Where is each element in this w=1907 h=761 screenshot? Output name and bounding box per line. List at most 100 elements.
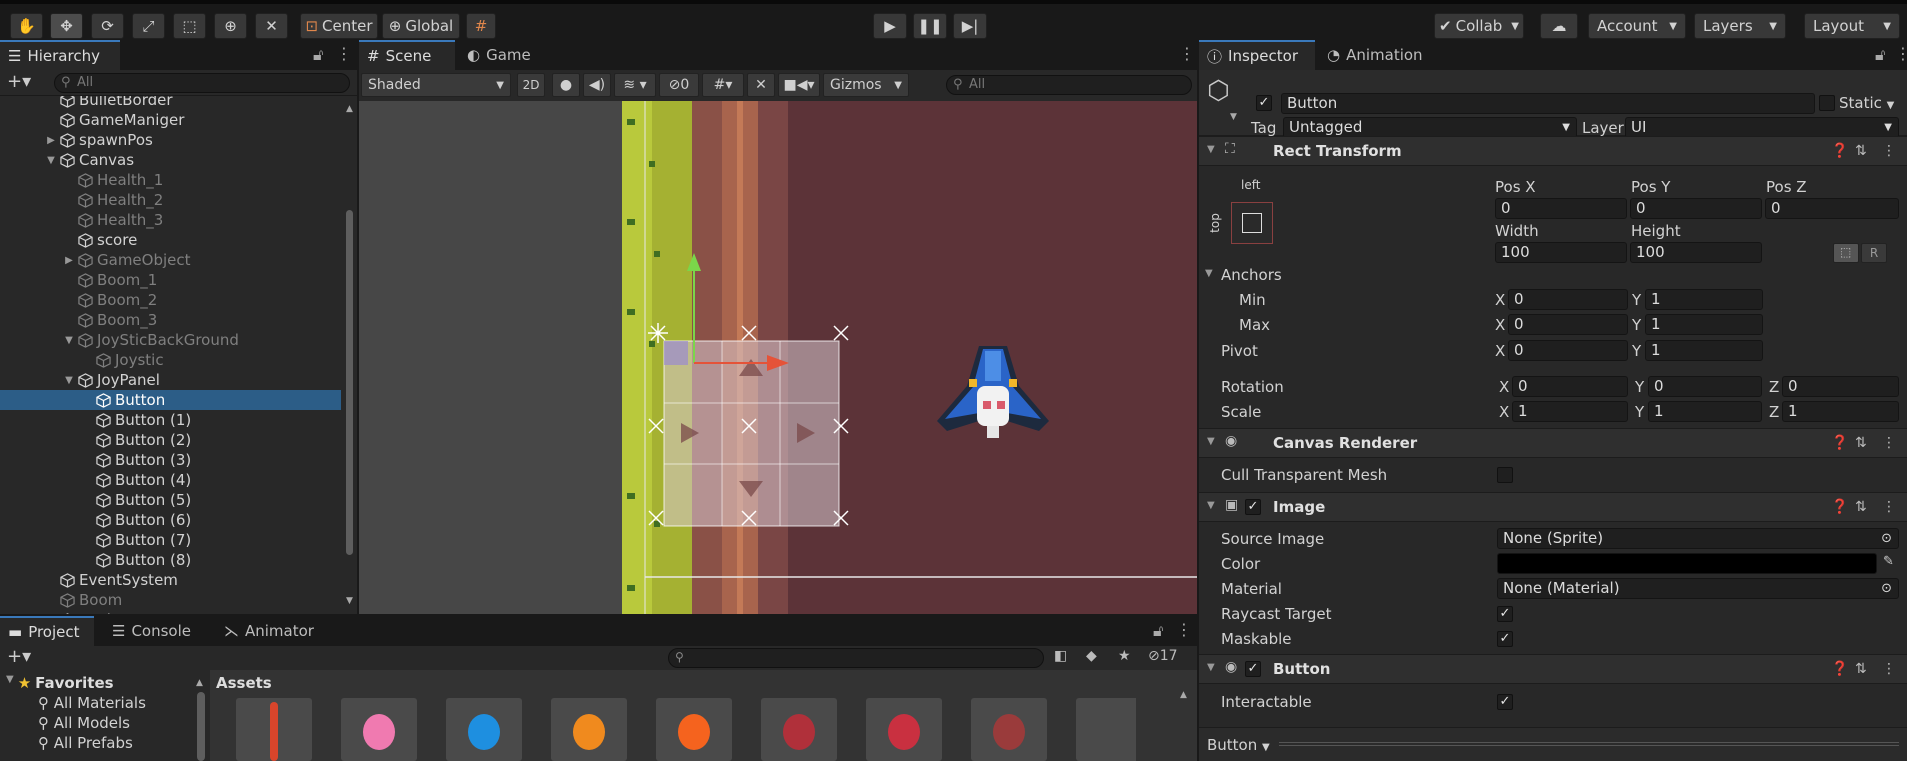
hierarchy-item[interactable]: Button (7)	[0, 530, 341, 550]
move-tool-button[interactable]: ✥	[50, 13, 83, 39]
hierarchy-item[interactable]: Button (5)	[0, 490, 341, 510]
rotate-tool-button[interactable]: ⟳	[91, 13, 124, 39]
shading-mode-dropdown[interactable]: Shaded ▼	[361, 73, 511, 97]
presets-icon[interactable]: ⇅	[1855, 143, 1867, 159]
chevron-down-icon[interactable]: ▼	[1205, 268, 1213, 279]
add-icon[interactable]: +▾	[7, 71, 31, 92]
2d-toggle[interactable]: 2D	[517, 73, 545, 97]
tab-project[interactable]: ▬ Project	[0, 616, 94, 646]
hierarchy-scrollbar[interactable]: ▲ ▼	[344, 100, 354, 610]
presets-icon[interactable]: ⇅	[1855, 499, 1867, 515]
tag-dropdown[interactable]: Untagged ▼	[1283, 117, 1577, 138]
hidden-packages-toggle[interactable]: ⊘17	[1148, 648, 1178, 664]
button-enabled-checkbox[interactable]: ✓	[1245, 661, 1261, 677]
source-image-field[interactable]: None (Sprite) ⊙	[1497, 528, 1899, 549]
scale-x-field[interactable]: 1	[1512, 401, 1628, 422]
asset-tile[interactable]	[236, 698, 312, 761]
width-field[interactable]: 100	[1495, 242, 1627, 263]
static-checkbox[interactable]	[1819, 95, 1835, 111]
asset-tile[interactable]	[656, 698, 732, 761]
scene-search-input[interactable]: ⚲ All	[946, 75, 1192, 95]
hand-tool-button[interactable]: ✋	[10, 13, 43, 39]
presets-icon[interactable]: ⇅	[1855, 435, 1867, 451]
hierarchy-item[interactable]: BulletBorder	[0, 96, 341, 110]
hierarchy-item[interactable]: Boom	[0, 590, 341, 610]
cull-transparent-mesh-checkbox[interactable]	[1497, 467, 1513, 483]
tab-inspector[interactable]: ⓘ Inspector	[1199, 40, 1315, 70]
pivot-center-toggle[interactable]: ⊡ Center	[300, 13, 378, 39]
presets-icon[interactable]: ⇅	[1855, 661, 1867, 677]
grid-dropdown[interactable]: #▾	[702, 73, 744, 97]
hierarchy-item[interactable]: Boom_1	[0, 270, 341, 290]
asset-tile[interactable]	[971, 698, 1047, 761]
add-icon[interactable]: +▾	[7, 646, 31, 667]
chevron-down-icon[interactable]: ▼	[1230, 112, 1237, 122]
raycast-target-checkbox[interactable]: ✓	[1497, 606, 1513, 622]
button-component-header[interactable]: ▼ ◉ ✓ Button ❓ ⇅ ⋮	[1199, 654, 1907, 684]
filter-type-icon[interactable]: ◧	[1054, 648, 1067, 664]
favorite-item[interactable]: ⚲ All Models	[38, 714, 130, 732]
object-picker-icon[interactable]: ⊙	[1881, 529, 1892, 548]
hierarchy-search-input[interactable]: ⚲ All	[54, 73, 350, 93]
hierarchy-item[interactable]: Joystic	[0, 350, 341, 370]
hierarchy-item[interactable]: Health_1	[0, 170, 341, 190]
canvas-renderer-header[interactable]: ▼ ◉ Canvas Renderer ❓ ⇅ ⋮	[1199, 428, 1907, 458]
hierarchy-item[interactable]: GameManiger	[0, 110, 341, 130]
kebab-menu-icon[interactable]: ⋮	[1179, 44, 1195, 63]
scale-z-field[interactable]: 1	[1782, 401, 1899, 422]
hidden-objects-toggle[interactable]: ⊘ 0	[659, 73, 699, 97]
color-field[interactable]	[1497, 553, 1877, 574]
lighting-toggle[interactable]: ●	[552, 73, 580, 97]
scroll-up-icon[interactable]: ▲	[1180, 690, 1187, 700]
preview-dropdown[interactable]: Button ▼	[1207, 736, 1270, 754]
interactable-checkbox[interactable]: ✓	[1497, 694, 1513, 710]
hierarchy-item[interactable]: Boom_3	[0, 310, 341, 330]
hierarchy-item[interactable]: Health_3	[0, 210, 341, 230]
label-icon[interactable]: ◆	[1086, 648, 1097, 664]
static-dropdown[interactable]: Static ▼	[1839, 94, 1894, 112]
play-button[interactable]: ▶	[873, 13, 907, 39]
asset-tile[interactable]	[341, 698, 417, 761]
star-icon[interactable]: ★	[1118, 648, 1131, 664]
posx-field[interactable]: 0	[1495, 198, 1627, 219]
expand-down-icon[interactable]: ▼	[44, 155, 58, 166]
favorites-scrollbar-thumb[interactable]	[197, 692, 205, 761]
hierarchy-item[interactable]: Button (2)	[0, 430, 341, 450]
hierarchy-item[interactable]: Health_2	[0, 190, 341, 210]
blueprint-mode-button[interactable]: ⬚	[1833, 243, 1859, 263]
asset-tile[interactable]	[1076, 698, 1136, 761]
kebab-menu-icon[interactable]: ⋮	[1882, 143, 1896, 159]
favorite-item[interactable]: ⚲ All Prefabs	[38, 734, 133, 752]
collab-dropdown[interactable]: ✔ Collab ▼	[1434, 13, 1524, 39]
selected-button-rect[interactable]	[664, 341, 688, 365]
help-icon[interactable]: ❓	[1831, 435, 1848, 451]
pause-button[interactable]: ❚❚	[913, 13, 947, 39]
hierarchy-item[interactable]: ▼ JoySticBackGround	[0, 330, 341, 350]
posz-field[interactable]: 0	[1765, 198, 1899, 219]
effects-dropdown[interactable]: ≋ ▾	[614, 73, 656, 97]
help-icon[interactable]: ❓	[1831, 661, 1848, 677]
project-search-input[interactable]: ⚲	[668, 648, 1044, 668]
tools-toggle[interactable]: ✕	[747, 73, 775, 97]
tab-scene[interactable]: # Scene	[359, 40, 455, 70]
preview-resize-handle[interactable]	[1279, 742, 1899, 746]
lock-icon[interactable]: 🔓︎	[313, 45, 323, 65]
rotation-x-field[interactable]: 0	[1512, 376, 1628, 397]
scroll-up-icon[interactable]: ▲	[346, 104, 353, 114]
scroll-up-icon[interactable]: ▲	[196, 678, 203, 688]
tab-game[interactable]: ◐ Game	[459, 40, 539, 70]
transform-tool-button[interactable]: ⊕	[214, 13, 247, 39]
anchor-max-y-field[interactable]: 1	[1645, 314, 1763, 335]
hierarchy-item[interactable]: Boom_2	[0, 290, 341, 310]
tab-animator[interactable]: ⋋ Animator	[216, 616, 316, 646]
hierarchy-item[interactable]: score	[0, 230, 341, 250]
kebab-menu-icon[interactable]: ⋮	[1882, 661, 1896, 677]
pivot-x-field[interactable]: 0	[1508, 340, 1628, 361]
kebab-menu-icon[interactable]: ⋮	[1882, 499, 1896, 515]
eyedropper-icon[interactable]: ✎	[1883, 554, 1894, 569]
favorite-item[interactable]: ⚲ All Materials	[38, 694, 146, 712]
help-icon[interactable]: ❓	[1831, 499, 1848, 515]
favorites-header[interactable]: ▼ ★ Favorites	[6, 674, 114, 692]
expand-down-icon[interactable]: ▼	[62, 375, 76, 386]
lock-icon[interactable]: 🔓︎	[1153, 621, 1163, 641]
